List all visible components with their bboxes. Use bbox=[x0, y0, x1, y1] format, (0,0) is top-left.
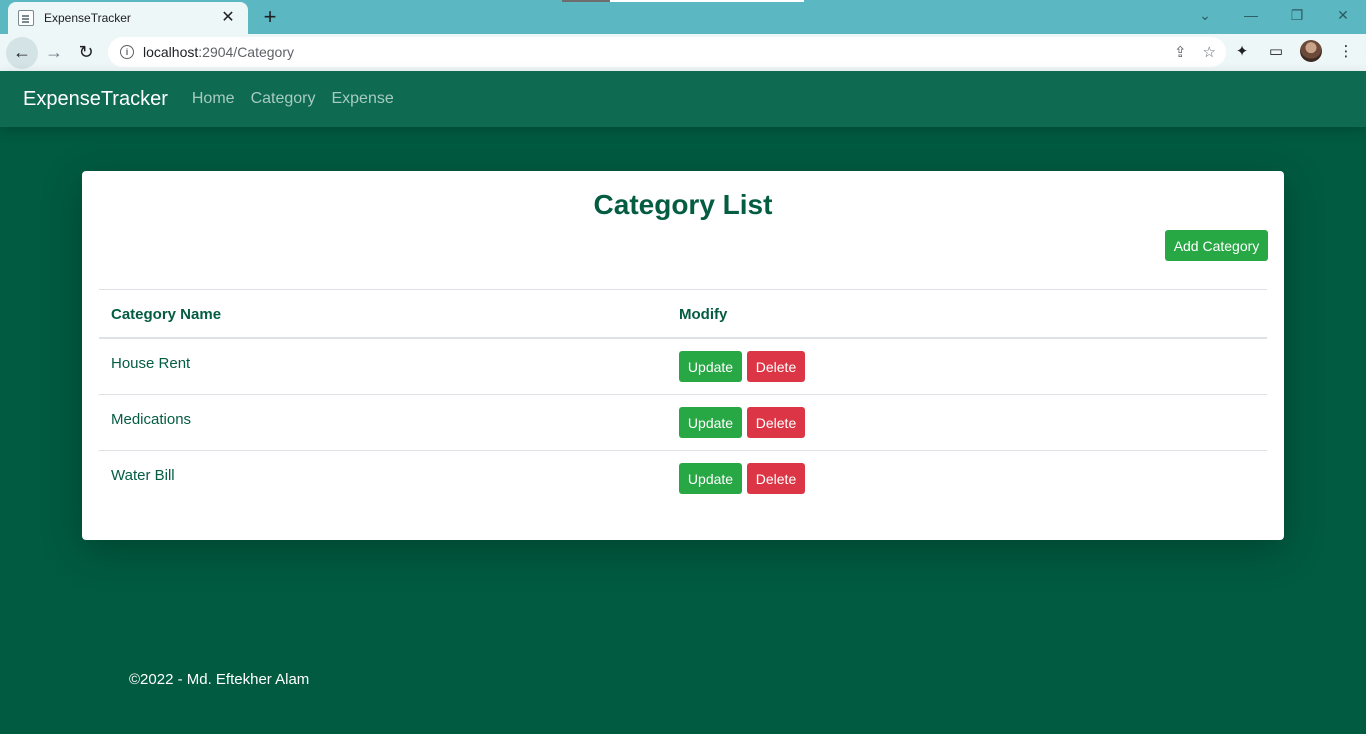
cast-icon[interactable]: ▭ bbox=[1266, 41, 1286, 61]
table-row: Water Bill Update Delete bbox=[99, 451, 1267, 507]
category-name: Water Bill bbox=[111, 467, 175, 484]
minimize-icon[interactable]: — bbox=[1228, 0, 1274, 30]
back-arrow-icon[interactable]: ← bbox=[6, 36, 38, 69]
category-name: Medications bbox=[111, 411, 192, 428]
address-bar[interactable]: i localhost:2904/Category ⇪ ☆ bbox=[108, 37, 1226, 67]
tabstrip-drag-area bbox=[562, 0, 804, 2]
delete-button[interactable]: Delete bbox=[747, 463, 805, 494]
column-header-modify: Modify bbox=[679, 306, 728, 323]
profile-avatar[interactable] bbox=[1300, 40, 1322, 62]
window-controls: ⌄ — ❐ ✕ bbox=[1182, 0, 1366, 30]
page-title: Category List bbox=[593, 189, 773, 220]
browser-tab[interactable]: ExpenseTracker ✕ bbox=[8, 2, 248, 34]
forward-arrow-icon[interactable]: → bbox=[38, 37, 70, 69]
footer-copyright: ©2022 - Md. Eftekher Alam bbox=[129, 671, 310, 688]
extensions-puzzle-icon[interactable]: ✦ bbox=[1232, 41, 1252, 61]
browser-tabbar: ExpenseTracker ✕ + ⌄ — ❐ ✕ bbox=[0, 0, 1366, 34]
app-navbar: ExpenseTracker Home Category Expense bbox=[0, 71, 1366, 127]
tab-search-icon[interactable]: ⌄ bbox=[1182, 0, 1228, 30]
update-button[interactable]: Update bbox=[679, 463, 742, 494]
brand-link[interactable]: ExpenseTracker bbox=[23, 88, 168, 111]
url-host: localhost bbox=[143, 44, 199, 60]
category-card: Category List Add Category Category Name… bbox=[82, 171, 1284, 540]
nav-link-category[interactable]: Category bbox=[251, 90, 316, 108]
reload-icon[interactable]: ↻ bbox=[70, 37, 102, 69]
category-name: House Rent bbox=[111, 355, 191, 372]
browser-menu-icon[interactable]: ⋮ bbox=[1336, 41, 1356, 61]
window-close-icon[interactable]: ✕ bbox=[1320, 0, 1366, 30]
add-category-button[interactable]: Add Category bbox=[1165, 230, 1268, 261]
new-tab-icon[interactable]: + bbox=[258, 5, 282, 29]
delete-button[interactable]: Delete bbox=[747, 407, 805, 438]
category-table: Category Name Modify House Rent Update D… bbox=[99, 289, 1267, 507]
nav-link-home[interactable]: Home bbox=[192, 90, 235, 108]
table-row: Medications Update Delete bbox=[99, 395, 1267, 451]
page-favicon-icon bbox=[18, 10, 34, 26]
delete-button[interactable]: Delete bbox=[747, 351, 805, 382]
browser-toolbar: ← → ↻ i localhost:2904/Category ⇪ ☆ ✦ ▭ … bbox=[0, 34, 1366, 71]
restore-icon[interactable]: ❐ bbox=[1274, 0, 1320, 30]
tab-close-icon[interactable]: ✕ bbox=[218, 8, 238, 28]
column-header-category-name: Category Name bbox=[111, 306, 222, 323]
update-button[interactable]: Update bbox=[679, 351, 742, 382]
site-info-icon[interactable]: i bbox=[120, 45, 134, 59]
share-icon[interactable]: ⇪ bbox=[1174, 43, 1187, 61]
table-row: House Rent Update Delete bbox=[99, 339, 1267, 395]
nav-link-expense[interactable]: Expense bbox=[331, 90, 393, 108]
table-header: Category Name Modify bbox=[99, 289, 1267, 339]
update-button[interactable]: Update bbox=[679, 407, 742, 438]
url-path: :2904/Category bbox=[198, 44, 294, 60]
bookmark-star-icon[interactable]: ☆ bbox=[1203, 43, 1216, 61]
tab-title: ExpenseTracker bbox=[44, 11, 131, 25]
